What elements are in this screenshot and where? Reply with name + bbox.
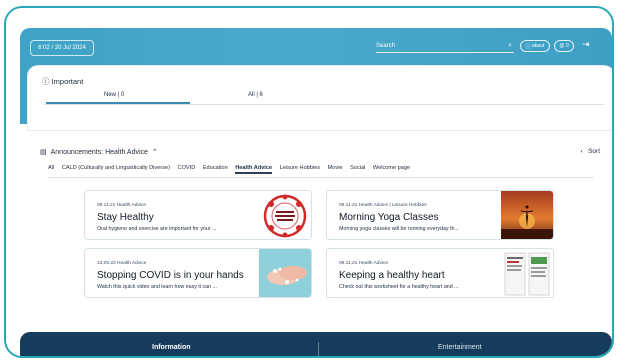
datetime-box: 6:02 / 20 Jul 2024 <box>30 40 94 56</box>
card-title: Stay Healthy <box>97 212 154 223</box>
card-desc: Watch this quick video and learn how eas… <box>97 284 217 290</box>
card-meta: 09.11.21 Health Advice <box>339 261 388 266</box>
card-thumbnail-image <box>259 249 311 297</box>
about-label: about <box>531 43 545 49</box>
card-title: Keeping a healthy heart <box>339 270 445 281</box>
category-welcome-page[interactable]: Welcome page <box>373 165 410 171</box>
signout-icon[interactable]: ⇥ <box>582 39 590 50</box>
important-label: Important <box>51 77 84 86</box>
sort-button[interactable]: ‹ Sort <box>580 148 600 155</box>
category-leisure-hobbies[interactable]: Leisure Hobbies <box>280 165 320 171</box>
bottom-tab-information[interactable]: Information <box>152 344 191 351</box>
category-covid[interactable]: COVID <box>178 165 196 171</box>
important-tabs: New | 0 All | 6 <box>44 90 604 105</box>
announcement-card[interactable]: 09.11.21 Health Advice Keeping a healthy… <box>326 248 554 298</box>
important-title: ⓘ Important <box>42 76 83 87</box>
card-meta: 09.11.21 Health Advice <box>97 203 146 208</box>
card-title: Morning Yoga Classes <box>339 212 439 223</box>
notifications-count: 0 <box>565 43 569 49</box>
card-desc: Morning yoga classes will be running eve… <box>339 226 459 232</box>
card-meta: 09.11.21 Health Advice | Leisure Hobbies <box>339 203 427 208</box>
sort-label: Sort <box>588 148 600 155</box>
card-thumbnail-image <box>501 191 553 239</box>
chevron-up-icon: ⌃ <box>151 149 158 156</box>
card-thumbnail-image <box>259 191 311 239</box>
bottom-divider <box>318 342 319 356</box>
category-all[interactable]: All <box>48 165 54 171</box>
card-desc: Check out this worksheet for a healthy h… <box>339 284 459 290</box>
card-desc: Oral hygiene and exercise are important … <box>97 226 217 232</box>
active-tab-underline <box>46 102 190 104</box>
category-cald[interactable]: CALD (Culturally and Linguistically Dive… <box>62 165 170 171</box>
search-icon[interactable]: ⌕ <box>508 42 512 50</box>
card-meta: 13.05.22 Health Advice <box>97 261 147 266</box>
datetime-text: 6:02 / 20 Jul 2024 <box>38 45 86 51</box>
notifications-button[interactable]: @ 0 <box>554 40 574 52</box>
category-education[interactable]: Education <box>203 165 228 171</box>
bottom-nav: Information Entertainment <box>20 332 612 356</box>
announcement-card[interactable]: 09.11.21 Health Advice | Leisure Hobbies… <box>326 190 554 240</box>
announcements-title: Announcements: Health Advice <box>50 148 148 156</box>
announcement-card[interactable]: 13.05.22 Health Advice Stopping COVID is… <box>84 248 312 298</box>
app-frame: 6:02 / 20 Jul 2024 Search ⌕ ⓘ about @ 0 … <box>4 6 614 358</box>
category-health-advice[interactable]: Health Advice <box>235 165 273 174</box>
category-tabs: All CALD (Culturally and Linguistically … <box>48 165 594 178</box>
category-social[interactable]: Social <box>350 165 365 171</box>
important-panel: ⓘ Important New | 0 All | 6 <box>28 66 612 130</box>
document-icon: ▤ <box>40 149 47 156</box>
card-thumbnail-image <box>501 249 553 297</box>
announcements-section: ▤ Announcements: Health Advice ⌃ ‹ Sort … <box>40 148 600 336</box>
tab-all[interactable]: All | 6 <box>248 92 263 98</box>
search-field[interactable]: Search ⌕ <box>376 40 514 53</box>
bottom-tab-entertainment[interactable]: Entertainment <box>438 344 482 351</box>
announcement-card[interactable]: 09.11.21 Health Advice Stay Healthy Oral… <box>84 190 312 240</box>
card-title: Stopping COVID is in your hands <box>97 270 244 281</box>
category-movie[interactable]: Movie <box>328 165 343 171</box>
search-placeholder: Search <box>376 43 396 49</box>
info-icon: ⓘ <box>42 77 50 86</box>
announcements-header[interactable]: ▤ Announcements: Health Advice ⌃ <box>40 148 158 157</box>
about-button[interactable]: ⓘ about <box>520 40 550 52</box>
tab-new[interactable]: New | 0 <box>104 92 124 98</box>
chevron-left-icon: ‹ <box>580 148 587 155</box>
